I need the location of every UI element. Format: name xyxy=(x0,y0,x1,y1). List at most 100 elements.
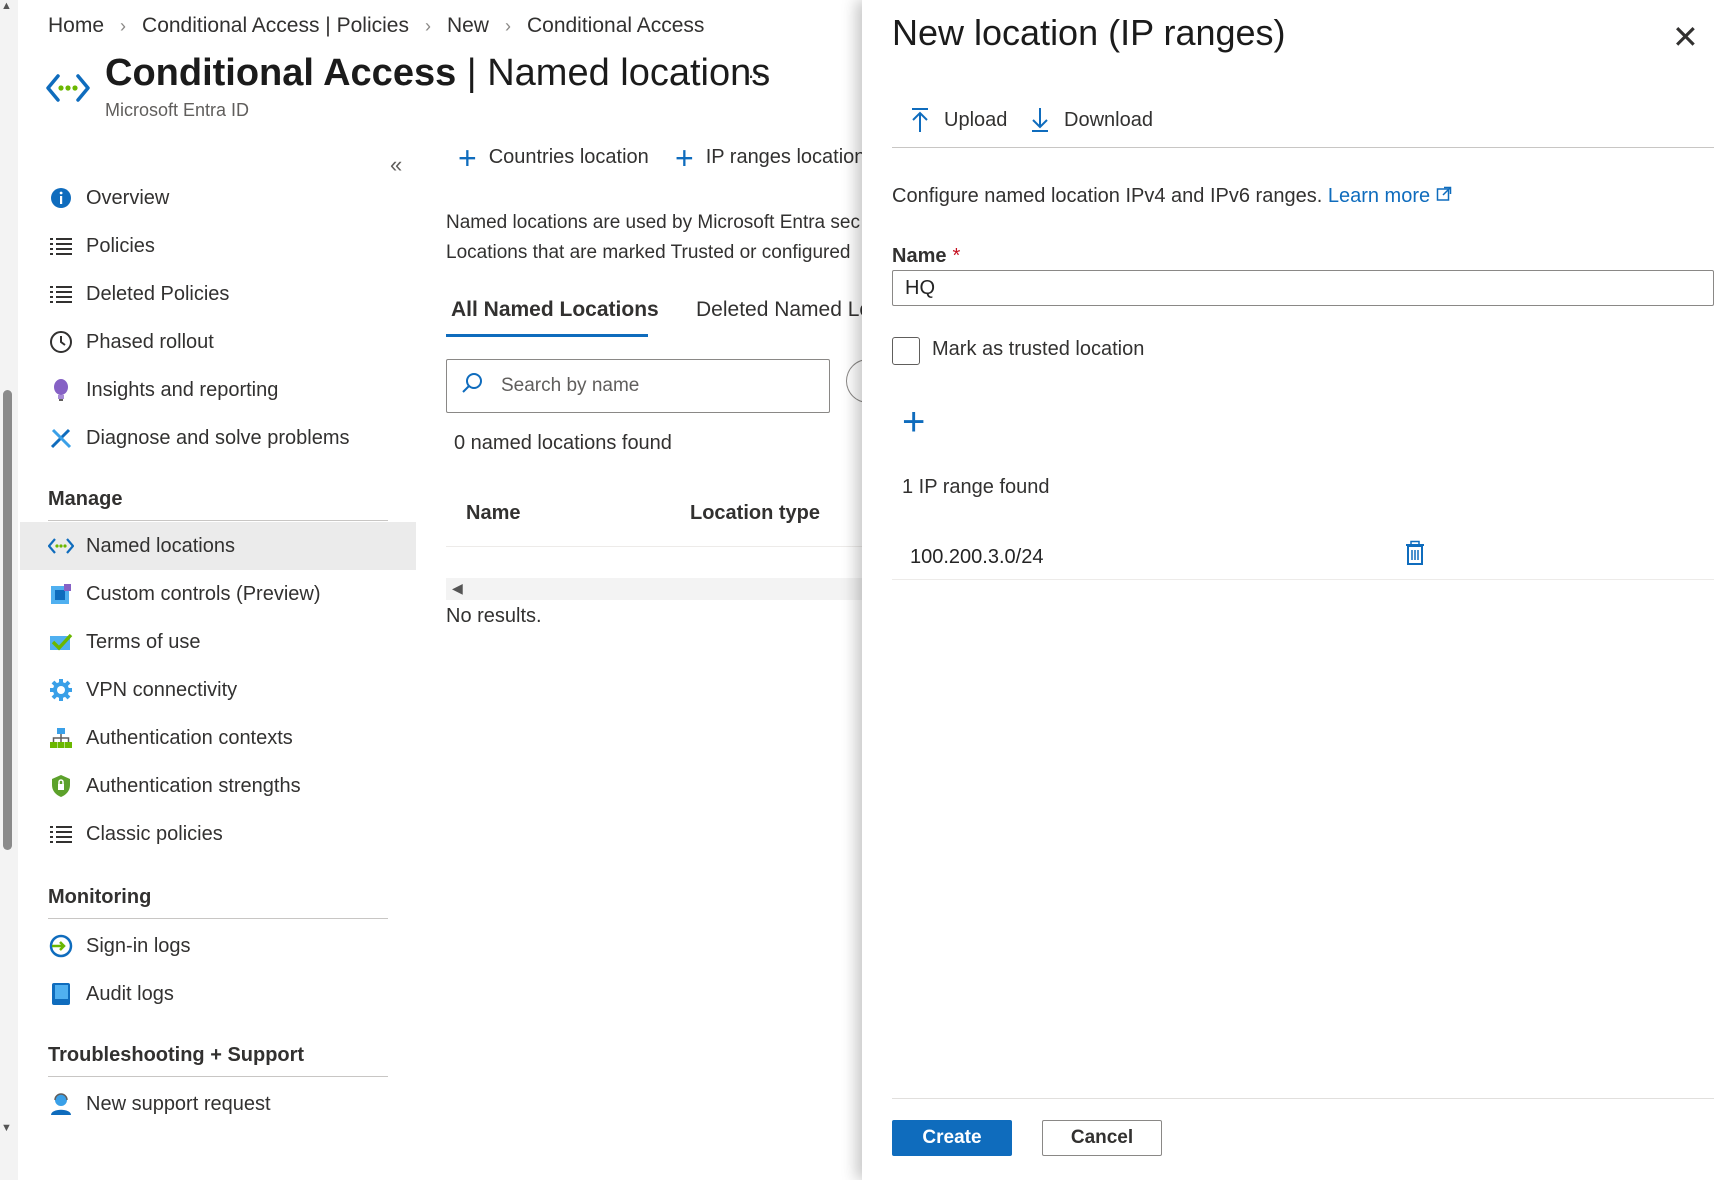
search-input[interactable]: Search by name xyxy=(446,359,830,413)
sidebar-item-audit-logs[interactable]: Audit logs xyxy=(20,970,416,1018)
shield-icon xyxy=(48,773,74,799)
sidebar-item-new-support-request[interactable]: New support request xyxy=(20,1080,416,1128)
section-divider xyxy=(48,520,388,521)
sidebar-item-deleted-policies[interactable]: Deleted Policies xyxy=(20,270,416,318)
cancel-button[interactable]: Cancel xyxy=(1042,1120,1162,1156)
create-button[interactable]: Create xyxy=(892,1120,1012,1156)
scroll-left-arrow[interactable]: ◀ xyxy=(452,580,463,597)
sidebar-item-label: Policies xyxy=(86,234,155,257)
add-countries-location-button[interactable]: + Countries location xyxy=(458,142,649,174)
delete-ip-range-button[interactable] xyxy=(1404,540,1426,571)
sidebar-item-label: Classic policies xyxy=(86,822,223,845)
sidebar-item-label: Sign-in logs xyxy=(86,934,191,957)
list-icon xyxy=(48,233,74,259)
footer-divider xyxy=(892,1098,1714,1099)
horizontal-scrollbar[interactable] xyxy=(446,578,866,600)
chevron-right-icon: › xyxy=(504,15,511,36)
sidebar-item-phased-rollout[interactable]: Phased rollout xyxy=(20,318,416,366)
sidebar-item-label: Custom controls (Preview) xyxy=(86,582,321,605)
scrollbar-thumb[interactable] xyxy=(3,390,12,850)
breadcrumb-home[interactable]: Home xyxy=(48,14,104,38)
breadcrumb-conditional-access[interactable]: Conditional Access xyxy=(527,14,704,38)
tab-all-named-locations[interactable]: All Named Locations xyxy=(451,298,659,322)
sidebar-item-insights[interactable]: Insights and reporting xyxy=(20,366,416,414)
add-ip-range-button[interactable]: + xyxy=(902,400,925,445)
sidebar-item-overview[interactable]: Overview xyxy=(20,174,416,222)
section-divider xyxy=(48,1076,388,1077)
no-results-text: No results. xyxy=(446,605,542,627)
breadcrumb-policies[interactable]: Conditional Access | Policies xyxy=(142,14,409,38)
learn-more-link[interactable]: Learn more xyxy=(1328,185,1452,207)
sidebar-item-label: Diagnose and solve problems xyxy=(86,426,350,449)
sidebar-item-label: Phased rollout xyxy=(86,330,214,353)
sidebar-item-vpn-connectivity[interactable]: VPN connectivity xyxy=(20,666,416,714)
sidebar-item-diagnose[interactable]: Diagnose and solve problems xyxy=(20,414,416,462)
trash-icon xyxy=(1406,540,1424,565)
section-header-monitoring: Monitoring xyxy=(48,886,152,908)
close-icon[interactable]: ✕ xyxy=(1672,18,1699,56)
sidebar-item-label: Terms of use xyxy=(86,630,201,653)
sidebar-item-classic-policies[interactable]: Classic policies xyxy=(20,810,416,858)
sidebar-item-policies[interactable]: Policies xyxy=(20,222,416,270)
name-input[interactable]: HQ xyxy=(892,270,1714,306)
download-icon xyxy=(1032,108,1048,132)
sign-in-icon xyxy=(48,933,74,959)
name-field-label: Name * xyxy=(892,245,961,267)
sidebar-item-authentication-contexts[interactable]: Authentication contexts xyxy=(20,714,416,762)
scroll-down-arrow[interactable]: ▼ xyxy=(1,1122,12,1134)
hierarchy-icon xyxy=(48,725,74,751)
ip-range-row: 100.200.3.0/24 xyxy=(892,532,1714,580)
sidebar-item-authentication-strengths[interactable]: Authentication strengths xyxy=(20,762,416,810)
column-header-location-type[interactable]: Location type xyxy=(690,502,820,525)
ip-range-value: 100.200.3.0/24 xyxy=(910,546,1044,568)
panel-title: New location (IP ranges) xyxy=(892,12,1286,53)
new-location-panel: New location (IP ranges) ✕ Upload Downlo… xyxy=(862,0,1734,1180)
clock-icon xyxy=(48,329,74,355)
section-divider xyxy=(48,918,388,919)
chevron-right-icon: › xyxy=(424,15,431,36)
section-header-support: Troubleshooting + Support xyxy=(48,1044,305,1066)
plus-icon: + xyxy=(675,139,694,176)
more-options-button[interactable]: ... xyxy=(748,58,772,84)
description-line: Named locations are used by Microsoft En… xyxy=(446,212,860,233)
sidebar-item-terms-of-use[interactable]: Terms of use xyxy=(20,618,416,666)
add-ip-ranges-location-button[interactable]: + IP ranges location xyxy=(675,139,865,176)
column-header-name[interactable]: Name xyxy=(466,502,520,525)
terms-check-icon xyxy=(48,629,74,655)
breadcrumb-new[interactable]: New xyxy=(447,14,489,38)
tools-icon xyxy=(48,425,74,451)
upload-button[interactable]: Upload xyxy=(910,107,1007,133)
scroll-up-arrow[interactable]: ▲ xyxy=(1,0,12,12)
page-subtitle: Microsoft Entra ID xyxy=(105,100,250,120)
external-link-icon xyxy=(1436,186,1451,201)
sidebar-item-label: New support request xyxy=(86,1092,271,1115)
breadcrumb: Home › Conditional Access | Policies › N… xyxy=(48,14,704,38)
named-locations-icon xyxy=(48,533,74,559)
required-marker: * xyxy=(952,245,961,267)
custom-controls-icon xyxy=(48,581,74,607)
results-count: 0 named locations found xyxy=(454,432,672,454)
active-tab-indicator xyxy=(446,334,648,337)
named-locations-icon xyxy=(46,70,90,111)
list-icon xyxy=(48,821,74,847)
table-divider xyxy=(446,546,866,547)
sidebar-item-sign-in-logs[interactable]: Sign-in logs xyxy=(20,922,416,970)
support-person-icon xyxy=(48,1091,74,1117)
sidebar-item-custom-controls[interactable]: Custom controls (Preview) xyxy=(20,570,416,618)
audit-book-icon xyxy=(48,981,74,1007)
download-button[interactable]: Download xyxy=(1030,107,1153,133)
chevron-right-icon: › xyxy=(120,15,127,36)
sidebar-item-label: Named locations xyxy=(86,534,235,557)
tab-deleted-named-locations[interactable]: Deleted Named Lo xyxy=(696,298,871,322)
sidebar-item-label: Insights and reporting xyxy=(86,378,279,401)
trusted-location-label[interactable]: Mark as trusted location xyxy=(932,338,1144,361)
ip-range-count: 1 IP range found xyxy=(902,476,1050,498)
description-line: Locations that are marked Trusted or con… xyxy=(446,242,851,263)
sidebar-item-named-locations[interactable]: Named locations xyxy=(20,522,416,570)
panel-description: Configure named location IPv4 and IPv6 r… xyxy=(892,185,1452,208)
page-title: Conditional Access | Named locations xyxy=(105,52,771,94)
sidebar-item-label: Authentication strengths xyxy=(86,774,301,797)
trusted-location-checkbox[interactable] xyxy=(892,337,920,365)
search-placeholder: Search by name xyxy=(501,375,640,396)
upload-icon xyxy=(912,108,928,132)
